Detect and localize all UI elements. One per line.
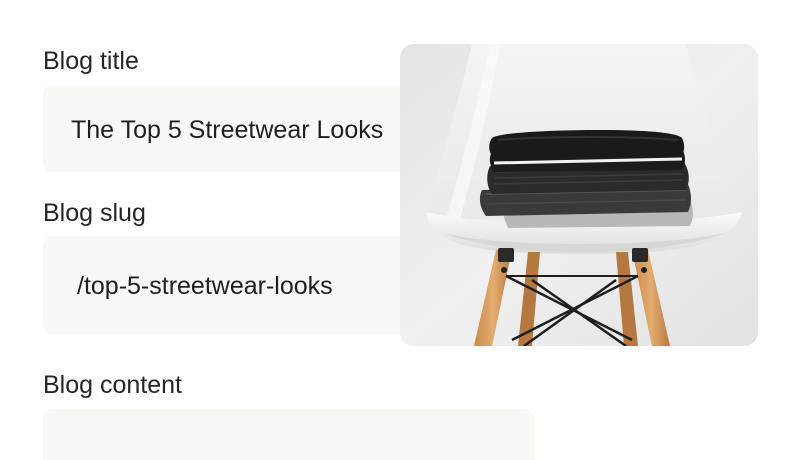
blog-slug-label: Blog slug: [43, 199, 146, 227]
blog-editor-form: Blog title The Top 5 Streetwear Looks Bl…: [0, 0, 800, 460]
blog-title-label: Blog title: [43, 47, 139, 75]
blog-title-value: The Top 5 Streetwear Looks: [71, 116, 384, 144]
blog-slug-value: /top-5-streetwear-looks: [77, 272, 333, 300]
blog-cover-image: [400, 44, 758, 346]
blog-content-textarea[interactable]: [43, 409, 534, 460]
blog-content-label: Blog content: [43, 371, 182, 399]
chair-with-clothes-illustration: [400, 44, 758, 346]
